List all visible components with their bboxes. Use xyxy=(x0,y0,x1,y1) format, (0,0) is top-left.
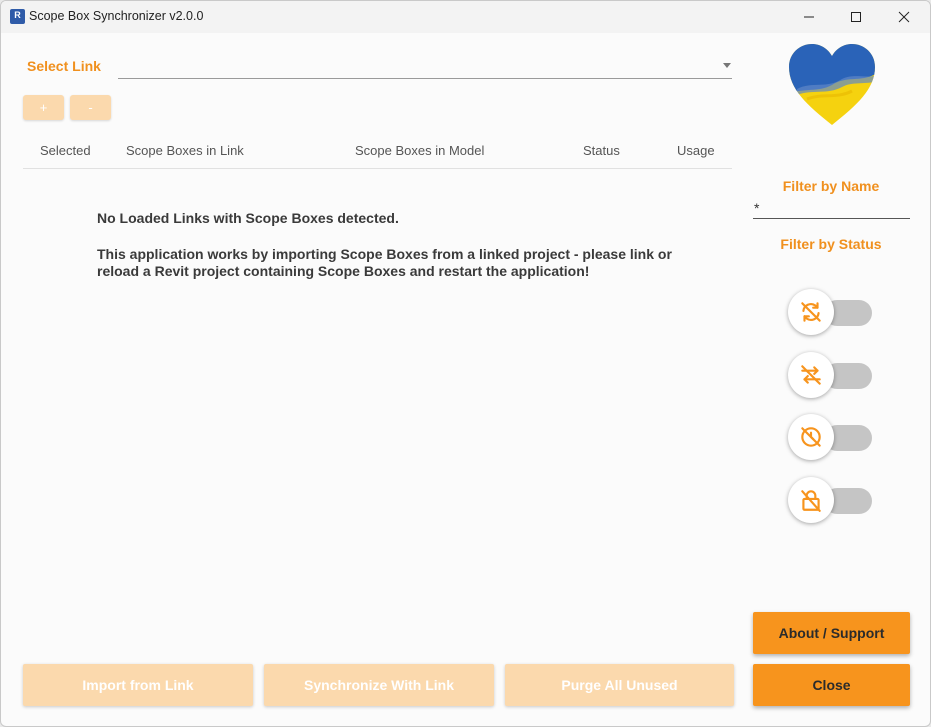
select-link-label: Select Link xyxy=(27,58,101,74)
toggle-status-sync[interactable] xyxy=(788,289,874,335)
close-button[interactable]: Close xyxy=(753,664,910,706)
maximize-button[interactable] xyxy=(833,1,879,33)
no-links-message: No Loaded Links with Scope Boxes detecte… xyxy=(97,210,399,226)
toggle-status-swap[interactable] xyxy=(788,352,874,398)
filter-name-input[interactable] xyxy=(753,197,910,219)
column-header-status[interactable]: Status xyxy=(583,143,620,158)
column-header-usage[interactable]: Usage xyxy=(677,143,715,158)
window-close-button[interactable] xyxy=(881,1,927,33)
minimize-icon xyxy=(804,16,814,18)
maximize-icon xyxy=(851,12,861,22)
lock-off-icon xyxy=(801,490,821,512)
table-header-divider xyxy=(23,168,732,169)
toggle-knob[interactable] xyxy=(788,352,834,398)
close-icon xyxy=(898,11,910,23)
toggle-status-unused[interactable] xyxy=(788,414,874,460)
dropdown-arrow-icon[interactable] xyxy=(723,63,731,68)
title-bar[interactable]: R Scope Box Synchronizer v2.0.0 xyxy=(1,1,930,33)
import-from-link-button[interactable]: Import from Link xyxy=(23,664,253,706)
filter-by-status-label: Filter by Status xyxy=(780,236,882,252)
toggle-knob[interactable] xyxy=(788,289,834,335)
toggle-knob[interactable] xyxy=(788,477,834,523)
toggle-status-locked[interactable] xyxy=(788,477,874,523)
about-support-button[interactable]: About / Support xyxy=(753,612,910,654)
select-link-dropdown[interactable] xyxy=(118,78,732,79)
minimize-button[interactable] xyxy=(786,1,832,33)
instructions-line-2: reload a Revit project containing Scope … xyxy=(97,263,590,279)
toggle-knob[interactable] xyxy=(788,414,834,460)
revit-app-icon: R xyxy=(10,9,25,24)
filter-by-name-label: Filter by Name xyxy=(782,178,880,194)
sync-off-icon xyxy=(801,302,821,322)
ukraine-heart-icon xyxy=(789,44,875,125)
column-header-selected[interactable]: Selected xyxy=(40,143,91,158)
synchronize-with-link-button[interactable]: Synchronize With Link xyxy=(264,664,494,706)
purge-all-unused-button[interactable]: Purge All Unused xyxy=(505,664,734,706)
app-window: R Scope Box Synchronizer v2.0.0 Select L… xyxy=(0,0,931,727)
instructions-line-1: This application works by importing Scop… xyxy=(97,246,672,262)
remove-button[interactable]: - xyxy=(70,95,111,120)
column-header-scope-boxes-in-model[interactable]: Scope Boxes in Model xyxy=(355,143,484,158)
add-button[interactable]: + xyxy=(23,95,64,120)
window-title: Scope Box Synchronizer v2.0.0 xyxy=(29,9,204,23)
column-header-scope-boxes-in-link[interactable]: Scope Boxes in Link xyxy=(126,143,244,158)
swap-off-icon xyxy=(801,365,821,385)
unused-off-icon xyxy=(801,427,821,447)
